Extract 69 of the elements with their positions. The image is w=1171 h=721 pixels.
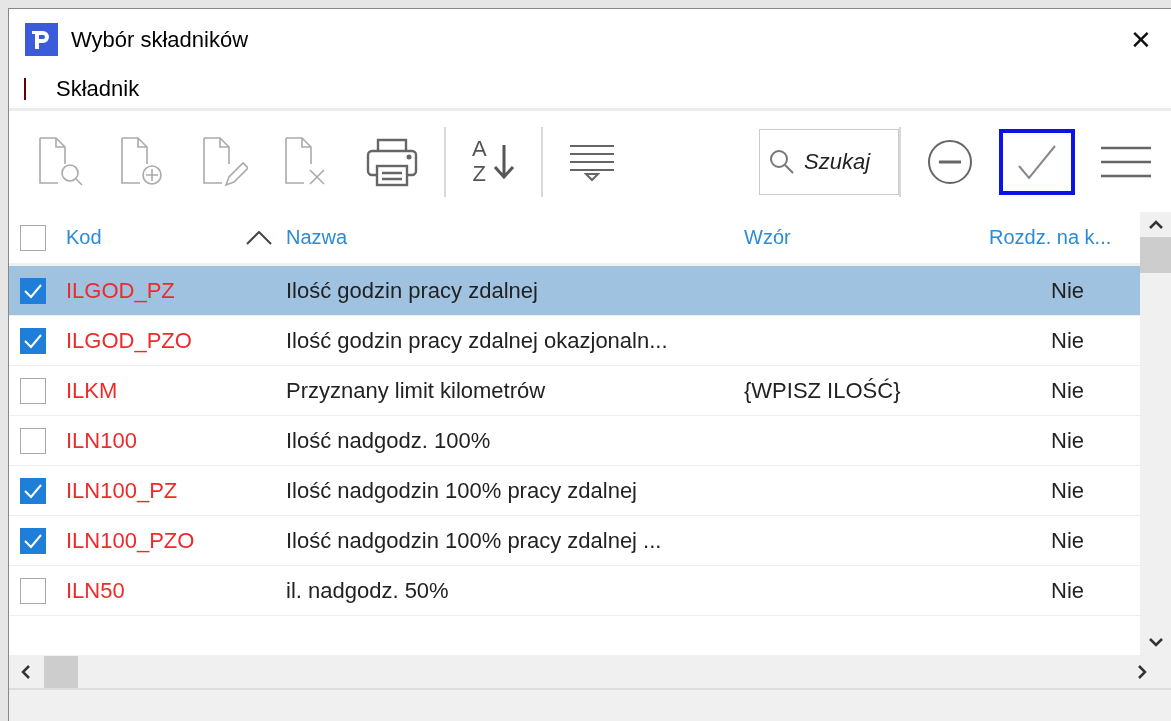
- sort-letter: Z: [472, 161, 487, 186]
- scroll-left-icon[interactable]: [21, 664, 30, 679]
- table-cell: Nie: [1051, 277, 1084, 303]
- table-row[interactable]: ILN100_PZO Ilość nadgodzin 100% pracy zdalnej ... Nie: [9, 516, 1140, 566]
- table-cell: ILN100_PZO: [66, 527, 195, 553]
- table-cell: Ilość nadgodz. 100%: [286, 427, 491, 453]
- table-row[interactable]: ILGOD_PZO Ilość godzin pracy zdalnej okazjonaln... Nie: [9, 316, 1140, 366]
- ok-button[interactable]: [999, 128, 1075, 195]
- table-cell: ILN50: [66, 577, 125, 603]
- table-cell: {WPISZ ILOŚĆ}: [744, 377, 901, 403]
- printer-icon: [366, 136, 418, 187]
- table-row[interactable]: ILGOD_PZ Ilość godzin pracy zdalnej Nie: [9, 266, 1140, 316]
- table-cell: Ilość godzin pracy zdalnej: [286, 277, 538, 303]
- window-title: Wybór składników: [71, 26, 250, 53]
- column-header[interactable]: Wzór: [744, 226, 791, 248]
- sort-button[interactable]: A Z: [472, 137, 515, 186]
- document-edit-icon: [202, 135, 248, 188]
- checkbox[interactable]: [20, 477, 46, 504]
- column-header[interactable]: Nazwa: [286, 226, 348, 248]
- sort-letter: A: [472, 137, 487, 162]
- table-cell: il. nadgodz. 50%: [286, 577, 449, 603]
- table-cell: Ilość nadgodzin 100% pracy zdalnej: [286, 477, 637, 503]
- vertical-scrollbar[interactable]: [1140, 212, 1171, 655]
- table-row[interactable]: ILN50 il. nadgodz. 50% Nie: [9, 566, 1140, 616]
- minus-circle-icon: [927, 138, 973, 185]
- scrollbar-thumb[interactable]: [1140, 237, 1171, 273]
- menu-item[interactable]: Składnik: [50, 76, 146, 102]
- scroll-right-icon[interactable]: [1138, 664, 1147, 679]
- table-cell: Ilość godzin pracy zdalnej okazjonaln...: [286, 327, 668, 353]
- table-cell: ILKM: [66, 377, 118, 403]
- table-cell: Nie: [1051, 427, 1084, 453]
- print-button[interactable]: [366, 136, 418, 187]
- checkbox[interactable]: [20, 577, 46, 604]
- table-cell: ILGOD_PZ: [66, 277, 175, 303]
- checkbox[interactable]: [20, 224, 46, 251]
- table-row[interactable]: ILN100 Ilość nadgodz. 100% Nie: [9, 416, 1140, 466]
- scroll-up-icon[interactable]: [1148, 220, 1163, 229]
- menu-icon: [1101, 145, 1151, 178]
- column-header[interactable]: Kod: [66, 226, 102, 249]
- search-icon: [769, 148, 795, 175]
- down-arrow-icon: [492, 144, 515, 179]
- checkbox[interactable]: [20, 427, 46, 454]
- app-logo-icon: [25, 23, 58, 56]
- search-field[interactable]: Szukaj: [759, 128, 899, 195]
- table-cell: ILN100_PZ: [66, 477, 178, 503]
- table-cell: ILGOD_PZO: [66, 327, 192, 353]
- table-row[interactable]: ILKM Przyznany limit kilometrów {WPISZ ILOŚĆ} Nie: [9, 366, 1140, 416]
- table-cell: Ilość nadgodzin 100% pracy zdalnej ...: [286, 527, 662, 553]
- table-cell: Nie: [1051, 577, 1084, 603]
- table-row[interactable]: ILN100_PZ Ilość nadgodzin 100% pracy zdalnej Nie: [9, 466, 1140, 516]
- checkbox[interactable]: [20, 327, 46, 354]
- table-cell: ILN100: [66, 427, 137, 453]
- checkbox[interactable]: [20, 377, 46, 404]
- scroll-down-icon[interactable]: [1148, 638, 1163, 647]
- menu-button[interactable]: [1101, 145, 1151, 178]
- document-search-icon: [38, 135, 84, 188]
- table-cell: Przyznany limit kilometrów: [286, 377, 546, 403]
- table-cell: Nie: [1051, 477, 1084, 503]
- column-header[interactable]: Rozdz. na k...: [989, 226, 1112, 248]
- checkbox[interactable]: [20, 277, 46, 304]
- checkmark-icon: [1017, 143, 1057, 180]
- checkbox[interactable]: [20, 527, 46, 554]
- table-cell: Nie: [1051, 377, 1084, 403]
- table-cell: Nie: [1051, 327, 1084, 353]
- table-cell: Nie: [1051, 527, 1084, 553]
- close-button[interactable]: ✕: [1111, 14, 1171, 65]
- horizontal-scrollbar[interactable]: [9, 655, 1171, 688]
- scrollbar-thumb[interactable]: [44, 655, 78, 688]
- cancel-button[interactable]: [927, 138, 973, 185]
